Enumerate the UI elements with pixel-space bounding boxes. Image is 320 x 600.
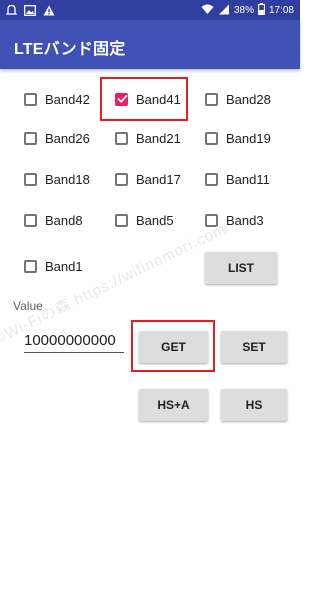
checkbox-icon: [205, 213, 218, 227]
set-button[interactable]: SET: [221, 331, 287, 363]
app-bar: LTEバンド固定: [0, 20, 300, 69]
band42-checkbox[interactable]: Band42: [24, 86, 90, 112]
checkbox-icon: [24, 172, 37, 186]
value-input[interactable]: 10000000000: [24, 330, 124, 353]
battery-icon: [258, 3, 265, 18]
checkbox-icon: [24, 213, 37, 227]
checkbox-icon: [24, 259, 37, 273]
band42-label: Band42: [45, 91, 90, 107]
band17-label: Band17: [136, 171, 181, 187]
wifi-icon: [201, 4, 214, 18]
band17-checkbox[interactable]: Band17: [115, 166, 181, 192]
checkbox-icon: [115, 213, 128, 227]
band28-checkbox[interactable]: Band28: [205, 86, 271, 112]
band1-checkbox[interactable]: Band1: [24, 253, 83, 279]
band11-label: Band11: [226, 171, 270, 187]
band3-label: Band3: [226, 212, 264, 228]
get-highlight-box: [131, 320, 215, 372]
checkbox-icon: [115, 131, 128, 145]
warning-icon: [43, 3, 55, 21]
band18-checkbox[interactable]: Band18: [24, 166, 90, 192]
band11-checkbox[interactable]: Band11: [205, 166, 270, 192]
checkbox-icon: [205, 92, 218, 106]
band21-label: Band21: [136, 130, 181, 146]
list-button[interactable]: LIST: [205, 252, 277, 284]
app-title: LTEバンド固定: [14, 41, 126, 58]
battery-percent: 38%: [233, 4, 254, 16]
checkbox-icon: [205, 172, 218, 186]
band18-label: Band18: [45, 171, 90, 187]
image-icon: [24, 3, 36, 21]
notification-icon: [5, 3, 18, 21]
status-bar: 38% 17:08: [0, 0, 300, 20]
checkbox-icon: [205, 131, 218, 145]
band1-label: Band1: [45, 258, 83, 274]
band3-checkbox[interactable]: Band3: [205, 207, 264, 233]
hs-a-button[interactable]: HS+A: [139, 389, 208, 421]
band41-highlight-box: [100, 77, 188, 121]
band19-label: Band19: [226, 130, 271, 146]
checkbox-icon: [24, 131, 37, 145]
checkbox-icon: [24, 92, 37, 106]
band19-checkbox[interactable]: Band19: [205, 125, 271, 151]
band5-checkbox[interactable]: Band5: [115, 207, 174, 233]
band21-checkbox[interactable]: Band21: [115, 125, 181, 151]
band26-label: Band26: [45, 130, 90, 146]
band28-label: Band28: [226, 91, 271, 107]
band8-checkbox[interactable]: Band8: [24, 207, 83, 233]
band8-label: Band8: [45, 212, 83, 228]
value-label: Value: [13, 299, 43, 313]
clock: 17:08: [268, 4, 294, 16]
band5-label: Band5: [136, 212, 174, 228]
checkbox-icon: [115, 172, 128, 186]
signal-icon: [218, 4, 230, 18]
band26-checkbox[interactable]: Band26: [24, 125, 90, 151]
hs-button[interactable]: HS: [221, 389, 287, 421]
